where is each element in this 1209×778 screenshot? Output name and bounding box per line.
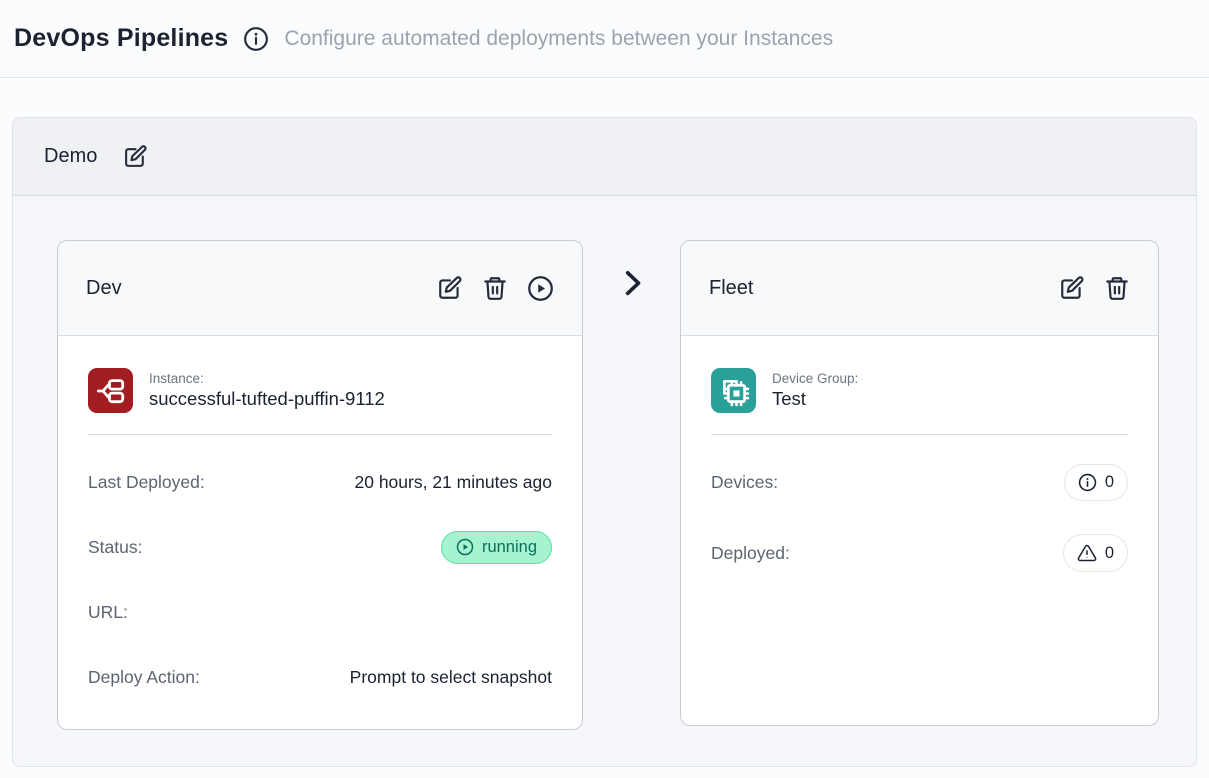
status-badge-text: running <box>482 538 537 557</box>
info-circle-icon[interactable] <box>243 26 269 52</box>
deployed-count-badge[interactable]: 0 <box>1063 534 1128 572</box>
edit-icon <box>1062 277 1082 297</box>
last-deployed-value: 20 hours, 21 minutes ago <box>355 472 553 493</box>
edit-pipeline-button[interactable] <box>123 144 148 169</box>
stage-card-fleet-header: Fleet <box>681 241 1158 336</box>
divider <box>88 434 552 435</box>
delete-stage-button[interactable] <box>482 275 508 301</box>
edit-stage-button[interactable] <box>437 275 463 301</box>
status-badge: running <box>441 531 552 564</box>
trash-icon <box>1107 278 1127 299</box>
trash-icon <box>485 278 505 299</box>
device-group-label: Device Group: <box>772 371 858 386</box>
devices-label: Devices: <box>711 472 778 493</box>
divider <box>711 434 1128 435</box>
pipeline-name: Demo <box>44 145 97 168</box>
url-label: URL: <box>88 602 128 623</box>
run-stage-button[interactable] <box>527 275 554 302</box>
stage-card-fleet: Fleet Device Group: <box>680 240 1159 726</box>
device-group-name: Test <box>772 388 858 410</box>
chevron-right-icon <box>618 268 647 302</box>
page-subtitle: Configure automated deployments between … <box>284 27 833 51</box>
status-label: Status: <box>88 537 142 558</box>
pipeline-stages: Dev <box>13 196 1196 730</box>
play-circle-icon <box>457 540 472 555</box>
stage-actions <box>437 275 554 302</box>
deploy-action-row: Deploy Action: Prompt to select snapshot <box>88 659 552 695</box>
cpu-chip-icon <box>724 381 748 405</box>
deployed-label: Deployed: <box>711 543 790 564</box>
devices-count-badge[interactable]: 0 <box>1064 464 1128 501</box>
edit-icon <box>126 146 145 166</box>
last-deployed-label: Last Deployed: <box>88 472 205 493</box>
deployed-row: Deployed: 0 <box>711 534 1128 572</box>
page-header: DevOps Pipelines Configure automated dep… <box>0 0 1209 78</box>
stage-title: Fleet <box>709 277 753 300</box>
deployed-count: 0 <box>1105 544 1114 563</box>
instance-icon <box>88 368 133 413</box>
instance-row: Instance: successful-tufted-puffin-9112 <box>88 368 552 413</box>
stage-actions <box>1059 275 1130 301</box>
deploy-action-value: Prompt to select snapshot <box>350 667 552 688</box>
delete-stage-button[interactable] <box>1104 275 1130 301</box>
deploy-action-label: Deploy Action: <box>88 667 200 688</box>
pipeline-panel-header: Demo <box>13 118 1196 196</box>
devices-row: Devices: 0 <box>711 464 1128 501</box>
warning-triangle-icon <box>1078 545 1095 560</box>
status-row: Status: running <box>88 529 552 565</box>
instance-label: Instance: <box>149 371 385 386</box>
stage-card-dev: Dev <box>57 240 583 730</box>
devices-count: 0 <box>1105 473 1114 492</box>
info-circle-icon <box>1079 475 1095 491</box>
edit-icon <box>440 277 460 297</box>
stage-card-dev-body: Instance: successful-tufted-puffin-9112 … <box>58 336 582 695</box>
page-title: DevOps Pipelines <box>14 24 228 53</box>
stage-card-fleet-body: Device Group: Test Devices: 0 Deployed: <box>681 336 1158 572</box>
stage-card-dev-header: Dev <box>58 241 582 336</box>
edit-stage-button[interactable] <box>1059 275 1085 301</box>
branch-workflow-icon <box>98 380 122 401</box>
device-group-row: Device Group: Test <box>711 368 1128 413</box>
stage-title: Dev <box>86 277 122 300</box>
play-circle-icon <box>529 277 552 300</box>
pipeline-panel: Demo Dev <box>12 117 1197 767</box>
url-row: URL: <box>88 594 552 630</box>
device-group-icon <box>711 368 756 413</box>
last-deployed-row: Last Deployed: 20 hours, 21 minutes ago <box>88 464 552 500</box>
instance-name: successful-tufted-puffin-9112 <box>149 388 385 410</box>
